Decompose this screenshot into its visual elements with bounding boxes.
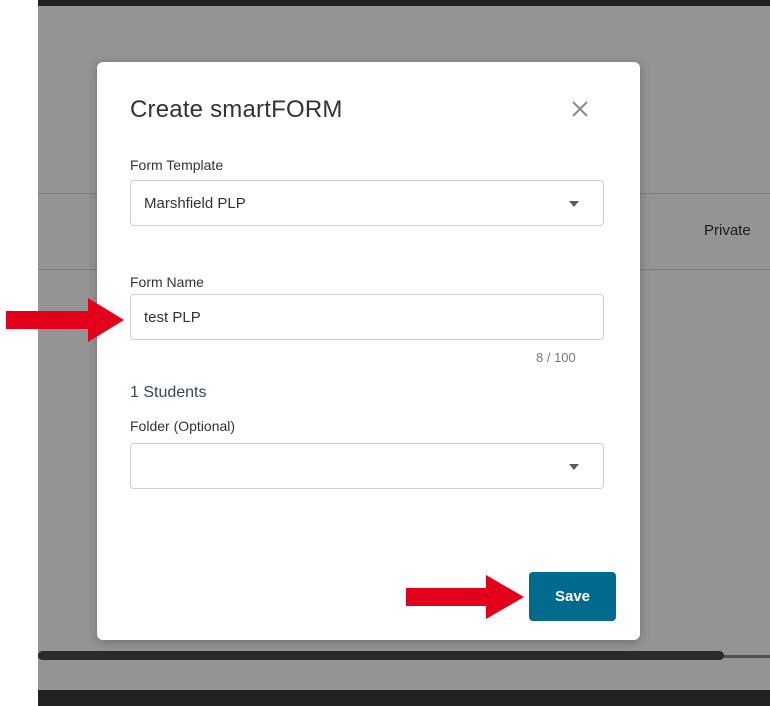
form-name-label: Form Name [130,274,204,290]
character-counter: 8 / 100 [536,350,576,365]
save-button[interactable]: Save [529,572,616,621]
form-template-label: Form Template [130,157,224,173]
red-arrow-icon [406,575,524,619]
folder-label: Folder (Optional) [130,418,236,434]
red-arrow-icon [6,298,124,342]
students-count: 1 Students [130,384,207,401]
form-name-value: test PLP [144,309,201,326]
form-name-input[interactable]: test PLP [130,294,604,340]
form-template-value: Marshfield PLP [144,195,246,212]
chevron-down-icon [569,464,579,470]
create-smartform-dialog: Create smartFORM Form Template Marshfiel… [97,62,640,640]
form-template-select[interactable]: Marshfield PLP [130,180,604,226]
dialog-title: Create smartFORM [130,96,343,123]
folder-select[interactable] [130,443,604,489]
close-icon[interactable] [567,96,593,122]
chevron-down-icon [569,201,579,207]
